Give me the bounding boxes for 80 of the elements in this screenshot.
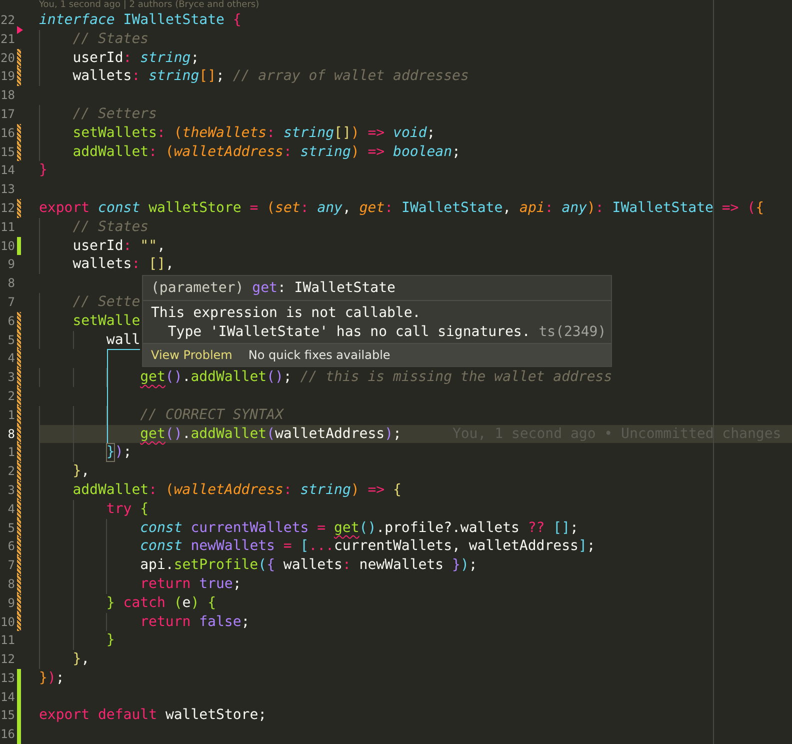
line-number: 12 (0, 651, 15, 668)
code-line: // States (72, 30, 149, 49)
line-number: 14 (0, 162, 15, 180)
code-line: wallets: [], (72, 255, 174, 274)
line-number: 10 (0, 614, 15, 630)
line-number: 3 (6, 369, 15, 386)
code-line: interface IWalletState { (39, 11, 242, 30)
line-number: 11 (0, 218, 15, 236)
line-number: 2 (6, 463, 15, 480)
line-number: 15 (0, 707, 15, 724)
line-number: 6 (6, 312, 15, 330)
code-line: addWallet: (walletAddress: string) => boolean; (72, 142, 460, 162)
line-number: 1 (6, 406, 15, 424)
code-line: }, (72, 650, 90, 669)
line-number: 5 (6, 332, 15, 349)
line-number: 2 (6, 388, 15, 405)
code-line: export const walletStore = (set: any, get: IWalletState, api: any): IWalletState => ({ (39, 198, 764, 218)
gutter-change-bar (17, 198, 21, 218)
code-line: const currentWallets = get().profile?.wallets ?? []; (140, 518, 578, 538)
code-line: get().addWallet(); // this is missing the wallet address (140, 368, 612, 387)
code-line: return true; (140, 574, 242, 594)
line-number: 11 (0, 632, 15, 650)
code-line: }); (106, 443, 132, 462)
line-number: 17 (0, 106, 15, 123)
line-number: 9 (6, 256, 15, 274)
tooltip-signature: (parameter) get: IWalletState (151, 279, 396, 298)
line-number: 21 (0, 30, 15, 48)
line-number: 1 (6, 444, 15, 462)
error-code: ts(2349) (538, 323, 606, 342)
line-number: 12 (0, 200, 15, 217)
code-line: get().addWallet(walletAddress); (140, 424, 402, 444)
code-line: } (106, 631, 115, 650)
code-line: userId: string; (72, 48, 200, 68)
line-number: 10 (0, 238, 15, 255)
code-line: try { (106, 500, 149, 519)
line-number: 14 (0, 688, 15, 706)
quick-fix-note: No quick fixes available (248, 348, 390, 362)
code-line: addWallet: (walletAddress: string) => { (72, 480, 402, 500)
code-line: // States (72, 218, 149, 237)
code-line: userId: "", (72, 236, 166, 256)
line-number: 20 (0, 50, 15, 67)
line-number: 22 (0, 12, 15, 29)
line-number: 5 (6, 520, 15, 537)
code-line: export default walletStore; (39, 706, 267, 726)
line-number: 4 (6, 350, 15, 368)
error-message-line: This expression is not callable. (151, 304, 421, 323)
line-number: 6 (6, 538, 15, 556)
code-line: setWallets: (theWallets: string[]) => void; (72, 124, 436, 143)
code-line: // CORRECT SYNTAX (140, 406, 284, 425)
code-line: return false; (140, 612, 250, 632)
line-number: 4 (6, 500, 15, 518)
line-number: 8 (6, 275, 15, 292)
error-message-line: Type 'IWalletState' has no call signatures. (166, 323, 530, 342)
line-number: 7 (6, 557, 15, 574)
code-line: }); (39, 668, 64, 688)
code-line: // Setters (72, 104, 157, 124)
gutter-change-bar (17, 236, 21, 256)
deleted-marker-icon (17, 26, 23, 34)
code-line: api.setProfile({ wallets: newWallets }); (140, 556, 478, 575)
code-line: }, (72, 462, 90, 481)
line-number: 18 (0, 87, 15, 104)
code-line: setWalle (72, 312, 140, 331)
line-number: 9 (6, 594, 15, 612)
code-line: } catch (e) { (106, 594, 216, 612)
line-number: 19 (0, 68, 15, 86)
line-number: 3 (6, 482, 15, 499)
code-line: wall (106, 330, 140, 350)
line-number: 15 (0, 144, 15, 161)
code-line: } (39, 161, 48, 180)
code-line: // Sette (72, 292, 140, 312)
view-problem-link[interactable]: View Problem (151, 348, 232, 362)
line-number: 13 (0, 670, 15, 687)
line-number: 13 (0, 181, 15, 198)
code-line: const newWallets = [...currentWallets, walletAddress]; (140, 537, 596, 556)
code-line: wallets: string[]; // array of wallet addresses (72, 67, 469, 86)
line-number: 7 (6, 294, 15, 311)
line-number: 16 (0, 124, 15, 142)
line-number: 8 (6, 576, 15, 593)
line-number: 8 (6, 426, 15, 443)
line-number: 16 (0, 726, 15, 744)
